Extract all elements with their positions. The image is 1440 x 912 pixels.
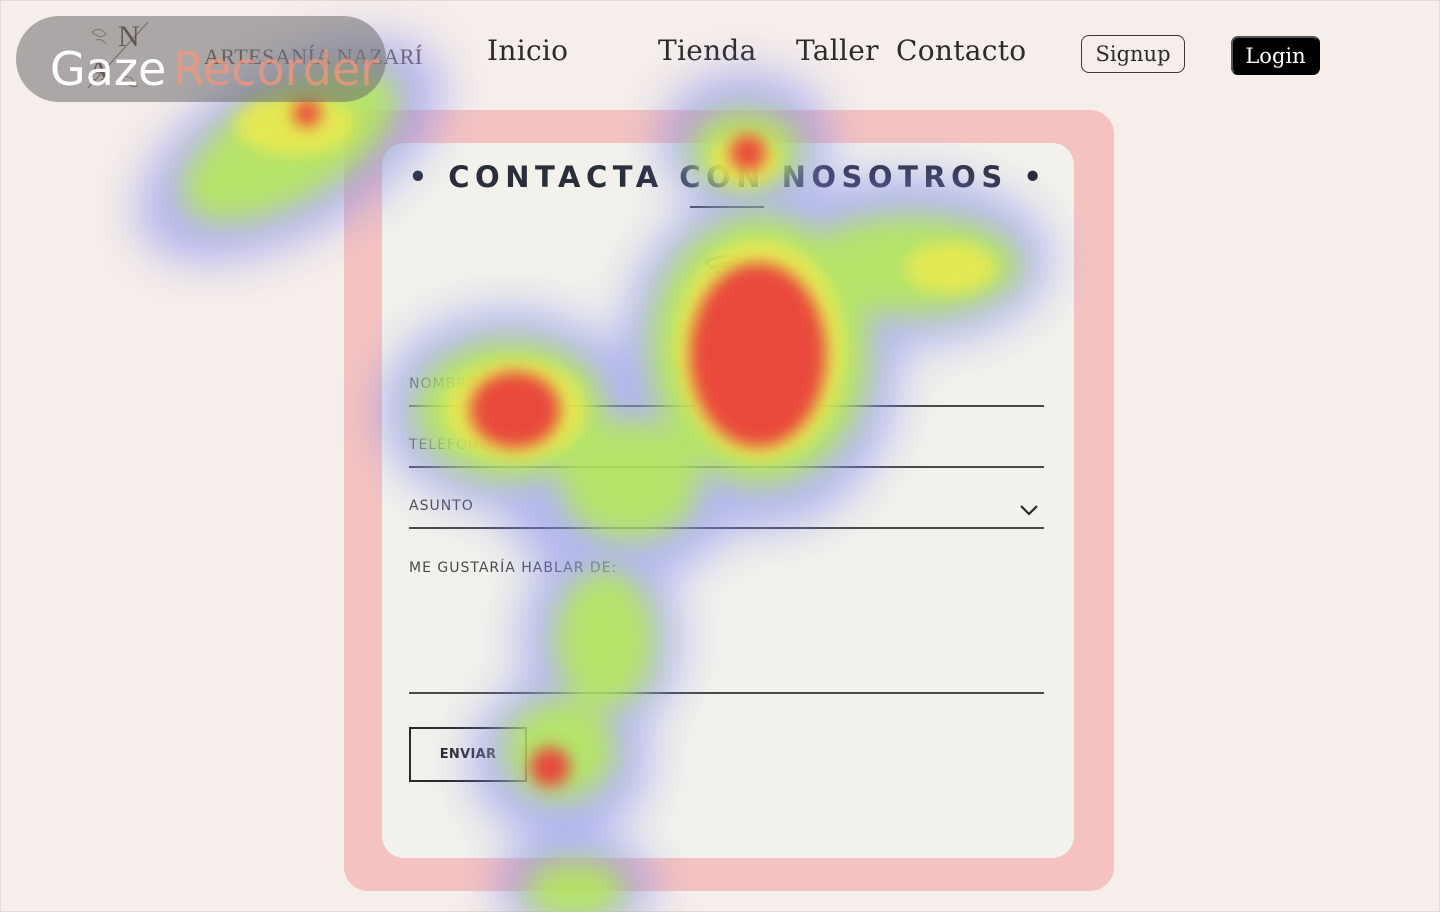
gazerecorder-watermark: Gaze Recorder [16, 16, 386, 102]
form-title: • CONTACTA CON NOSOTROS • [408, 160, 1048, 194]
email-field[interactable] [758, 405, 1044, 407]
nav-taller[interactable]: Taller [796, 34, 879, 67]
mensaje-textarea[interactable] [409, 692, 1044, 694]
telephone-icon [704, 252, 750, 288]
nombre-field[interactable] [409, 405, 695, 407]
title-underline [690, 206, 764, 208]
email-label: E-MAIL [758, 376, 812, 392]
signup-button[interactable]: Signup [1081, 35, 1185, 73]
chevron-down-icon[interactable] [1018, 502, 1040, 518]
watermark-gaze: Gaze [50, 42, 167, 96]
telefono-field[interactable] [409, 466, 1044, 468]
watermark-recorder: Recorder [173, 42, 380, 96]
asunto-select[interactable] [409, 527, 1044, 529]
telefono-label: TELÉFONO [409, 437, 492, 453]
nav-contacto[interactable]: Contacto [896, 34, 1026, 67]
enviar-button[interactable]: ENVIAR [409, 727, 527, 782]
nav-tienda[interactable]: Tienda [658, 34, 757, 67]
nombre-label: NOMBRE [409, 376, 477, 392]
nav-inicio[interactable]: Inicio [487, 34, 568, 67]
login-button[interactable]: Login [1231, 36, 1320, 75]
mensaje-label: ME GUSTARÍA HABLAR DE: [409, 560, 618, 576]
asunto-label: ASUNTO [409, 498, 474, 514]
